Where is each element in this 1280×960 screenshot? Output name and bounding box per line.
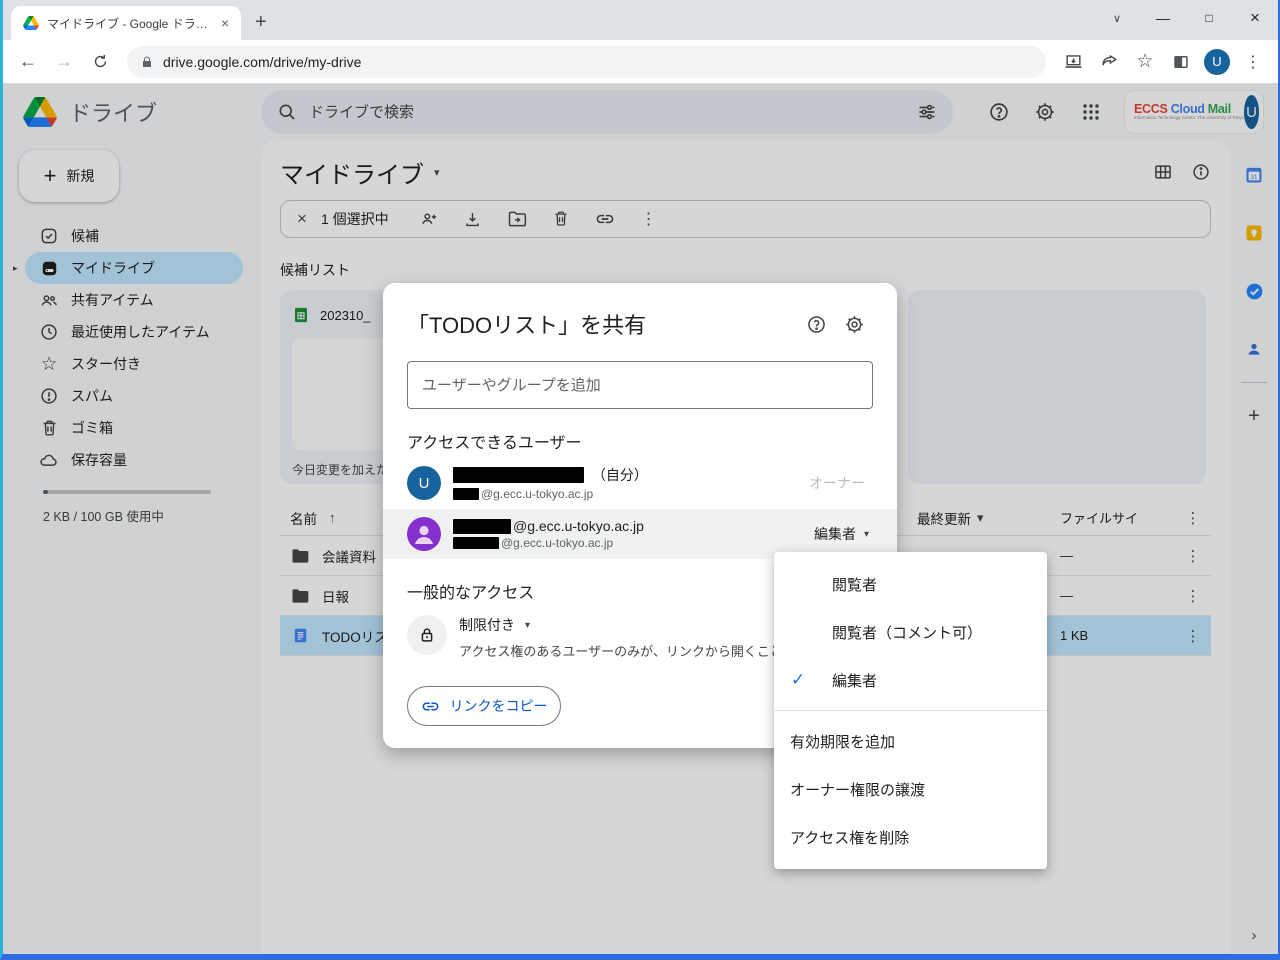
browser-profile-avatar[interactable]: U [1204,49,1230,75]
bookmark-star-icon[interactable]: ☆ [1130,47,1160,77]
minimize-button[interactable]: — [1140,0,1186,36]
editor-role-dropdown[interactable]: 編集者 ▾ [814,524,869,544]
redacted-editor-email [453,537,499,549]
link-icon [421,697,440,716]
owner-role-label: オーナー [809,473,865,493]
browser-menu-icon[interactable]: ⋮ [1238,47,1268,77]
forward-button[interactable]: → [49,47,79,77]
check-icon: ✓ [791,670,805,690]
tab-strip: マイドライブ - Google ドライブ × + ∨ — □ × [3,0,1278,40]
copy-link-button[interactable]: リンクをコピー [407,686,561,726]
share-dialog-title: 「TODOリスト」を共有 [407,308,797,340]
share-page-icon[interactable] [1094,47,1124,77]
caret-down-icon: ▾ [864,529,869,540]
menu-item-remove-access[interactable]: アクセス権を削除 [774,813,1047,861]
tab-close-icon[interactable]: × [217,14,233,32]
add-people-input[interactable] [407,361,873,409]
url-text: drive.google.com/drive/my-drive [163,54,361,70]
reload-button[interactable] [85,47,115,77]
drive-app: ドライブ [3,84,1278,954]
tab-search-icon[interactable]: ∨ [1094,0,1140,36]
browser-tab[interactable]: マイドライブ - Google ドライブ × [11,6,241,40]
redacted-editor-name [453,519,511,534]
redacted-owner-email [453,488,479,500]
menu-item-transfer-ownership[interactable]: オーナー権限の譲渡 [774,765,1047,813]
share-settings-gear-icon[interactable] [835,305,873,343]
side-panel-icon[interactable] [1166,47,1196,77]
menu-divider [774,710,1047,711]
people-with-access-label: アクセスできるユーザー [407,429,873,453]
editor-avatar [407,517,441,551]
user-row-owner[interactable]: U （自分） @g.ecc.u-tokyo.ac.jp オーナー [383,457,897,509]
tab-title: マイドライブ - Google ドライブ [47,15,209,32]
back-button[interactable]: ← [13,47,43,77]
lock-icon [407,615,447,655]
browser-toolbar: ← → drive.google.com/drive/my-drive ☆ U … [3,40,1278,84]
menu-item-commenter[interactable]: 閲覧者（コメント可） [774,608,1047,656]
maximize-button[interactable]: □ [1186,0,1232,36]
menu-item-add-expiration[interactable]: 有効期限を追加 [774,717,1047,765]
share-help-icon[interactable] [797,305,835,343]
redacted-owner-name [453,467,584,483]
role-menu: 閲覧者 閲覧者（コメント可） ✓ 編集者 有効期限を追加 オーナー権限の譲渡 ア… [774,552,1047,869]
new-tab-button[interactable]: + [241,11,281,40]
drive-favicon-icon [23,16,39,30]
url-bar[interactable]: drive.google.com/drive/my-drive [127,46,1046,78]
window-close-button[interactable]: × [1232,0,1278,36]
owner-avatar: U [407,466,441,500]
menu-item-editor[interactable]: ✓ 編集者 [774,656,1047,704]
browser-window: マイドライブ - Google ドライブ × + ∨ — □ × ← → dri… [0,0,1280,960]
menu-item-viewer[interactable]: 閲覧者 [774,560,1047,608]
install-app-icon[interactable] [1058,47,1088,77]
copy-link-label: リンクをコピー [450,696,548,716]
site-lock-icon [141,55,153,69]
caret-down-icon: ▾ [525,620,530,631]
